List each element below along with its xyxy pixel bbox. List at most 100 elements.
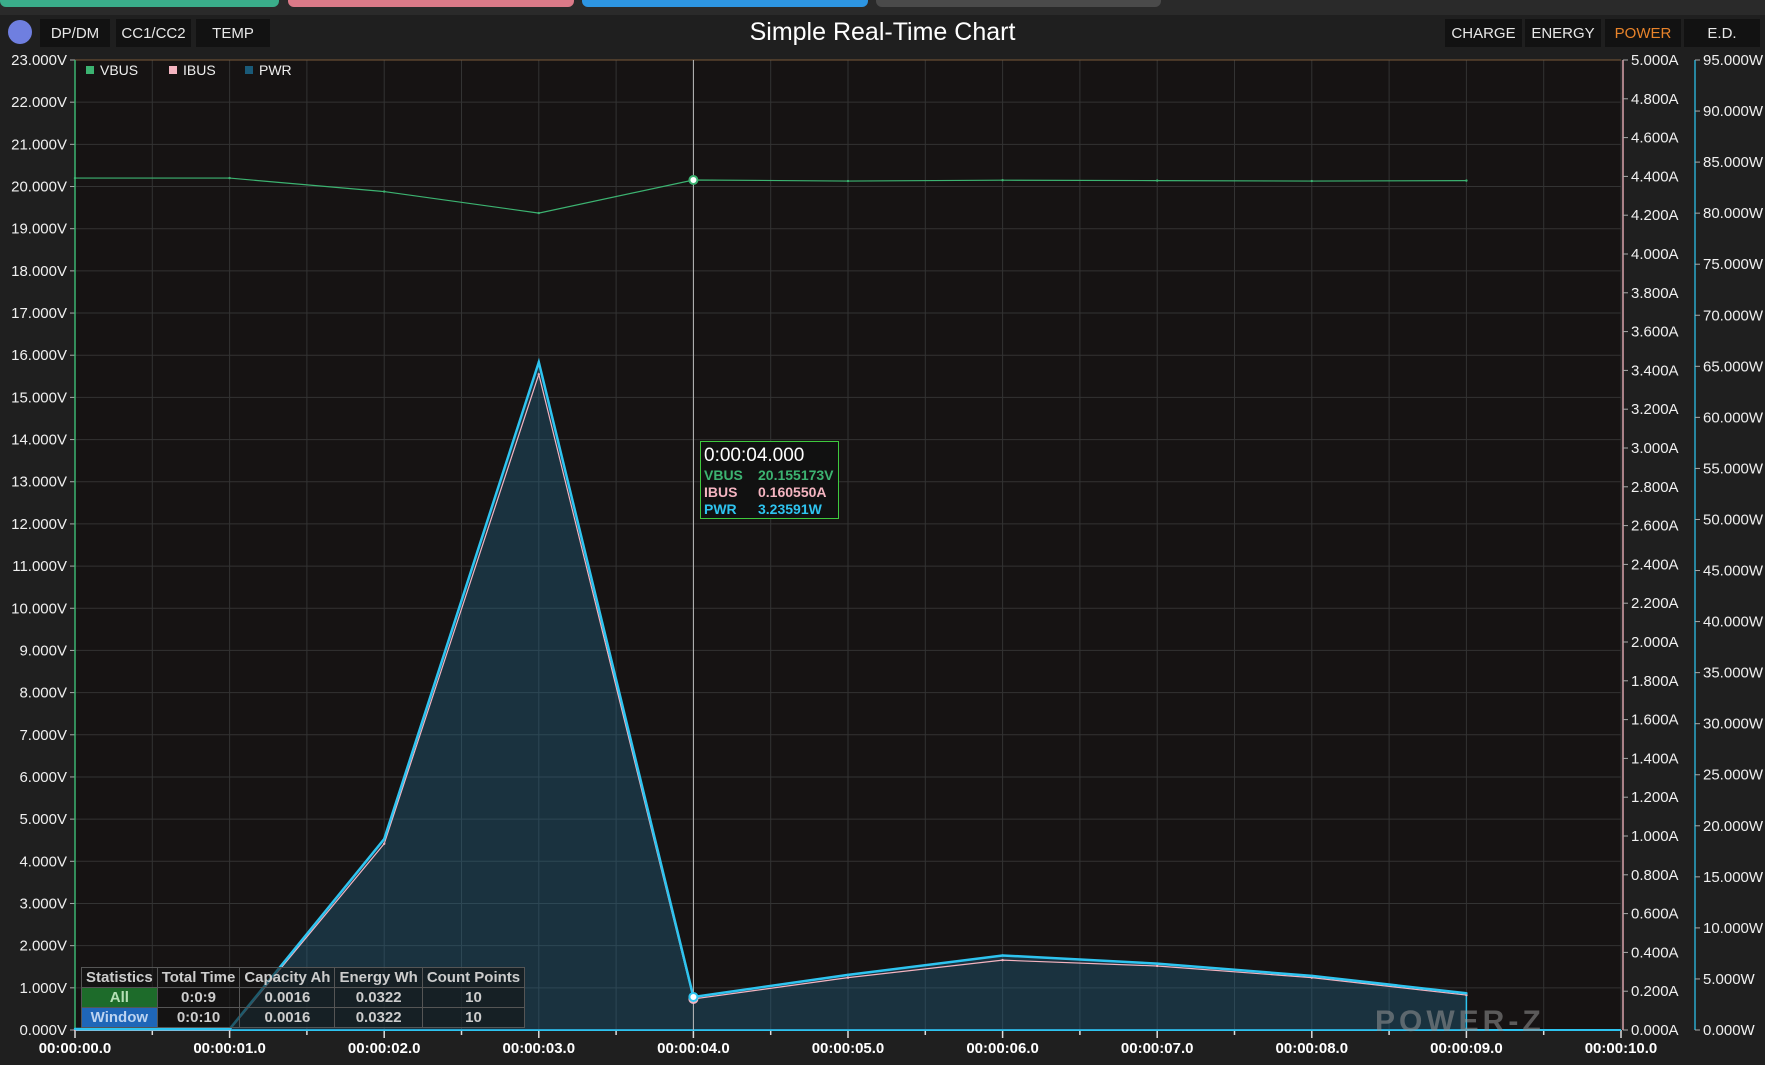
ibus-swatch	[169, 66, 177, 74]
y-left-tick-label: 6.000V	[19, 769, 67, 786]
data-point-vbus	[537, 211, 540, 215]
x-tick-label: 00:00:08.0	[1276, 1040, 1349, 1057]
y-left-tick-label: 1.000V	[19, 980, 67, 997]
cursor-marker-vbus	[688, 174, 699, 185]
stats-cell: 0.0322	[334, 1007, 423, 1028]
y-current-tick-label: 0.000A	[1631, 1022, 1679, 1039]
legend-vbus[interactable]: VBUS	[86, 62, 138, 78]
y-power-tick-label: 90.000W	[1703, 103, 1764, 120]
y-power-tick-label: 45.000W	[1703, 563, 1764, 580]
x-tick-label: 00:00:02.0	[348, 1040, 421, 1057]
stats-row-all: All 0:0:9 0.0016 0.0322 10	[81, 987, 526, 1008]
y-left-tick-label: 2.000V	[19, 938, 67, 955]
stats-cell: 0:0:10	[156, 1007, 241, 1028]
stats-header: Statistics	[81, 967, 158, 988]
y-left-tick-label: 18.000V	[11, 263, 67, 280]
stats-cell: 0.0016	[239, 987, 336, 1008]
legend-label: VBUS	[100, 62, 139, 78]
y-current-tick-label: 3.400A	[1631, 362, 1679, 379]
stats-cell: 10	[421, 1007, 526, 1028]
y-current-tick-label: 5.000A	[1631, 52, 1679, 69]
y-left-tick-label: 23.000V	[11, 52, 67, 69]
y-power-tick-label: 20.000W	[1703, 818, 1764, 835]
y-current-tick-label: 0.200A	[1631, 983, 1679, 1000]
legend-pwr[interactable]: PWR	[245, 62, 292, 78]
x-tick-label: 00:00:05.0	[812, 1040, 885, 1057]
y-current-tick-label: 2.000A	[1631, 634, 1679, 651]
y-current-tick-label: 2.400A	[1631, 556, 1679, 573]
power-z-logo: POWER-Z	[1375, 1005, 1545, 1038]
data-point-pwr	[846, 973, 850, 977]
stats-cell: 10	[421, 987, 526, 1008]
y-current-tick-label: 4.400A	[1631, 168, 1679, 185]
x-tick-label: 00:00:00.0	[39, 1040, 112, 1057]
y-current-tick-label: 3.800A	[1631, 285, 1679, 302]
legend-label: PWR	[259, 62, 292, 78]
stats-cell: All	[81, 987, 158, 1008]
data-point-pwr	[1001, 954, 1004, 957]
y-current-tick-label: 0.400A	[1631, 944, 1679, 961]
data-point-pwr	[73, 1027, 77, 1031]
tooltip-label: PWR	[704, 501, 737, 517]
x-tick-label: 00:00:03.0	[503, 1040, 576, 1057]
tooltip-value: 0.160550A	[758, 484, 827, 500]
y-power-tick-label: 60.000W	[1703, 409, 1764, 426]
tooltip-time: 0:00:04.000	[704, 445, 805, 466]
y-left-tick-label: 20.000V	[11, 179, 67, 196]
y-current-tick-label: 1.200A	[1631, 789, 1679, 806]
y-left-tick-label: 4.000V	[19, 853, 67, 870]
y-current-tick-label: 3.000A	[1631, 440, 1679, 457]
tooltip-row-ibus: IBUS 0.160550A	[704, 484, 838, 501]
x-tick-label: 00:00:09.0	[1430, 1040, 1503, 1057]
y-current-tick-label: 3.600A	[1631, 324, 1679, 341]
data-point-pwr	[1465, 992, 1468, 995]
data-point-ibus	[846, 976, 850, 979]
vbus-swatch	[86, 66, 94, 74]
stats-cell: 0:0:9	[156, 987, 241, 1008]
data-point-vbus	[1001, 178, 1004, 182]
data-point-vbus	[1310, 179, 1314, 183]
y-current-tick-label: 3.200A	[1631, 401, 1679, 418]
data-point-ibus	[1156, 964, 1159, 968]
data-point-vbus	[73, 176, 77, 180]
x-tick-label: 00:00:01.0	[193, 1040, 266, 1057]
data-point-ibus	[1001, 958, 1004, 962]
cursor-tooltip: 0:00:04.000 VBUS 20.155173V IBUS 0.160550A…	[700, 441, 839, 519]
data-point-vbus	[383, 190, 386, 193]
data-point-vbus	[1156, 179, 1159, 182]
y-power-tick-label: 0.000W	[1703, 1022, 1756, 1039]
y-power-tick-label: 95.000W	[1703, 52, 1764, 69]
y-power-tick-label: 25.000W	[1703, 767, 1764, 784]
tooltip-row-vbus: VBUS 20.155173V	[704, 467, 838, 484]
y-power-tick-label: 40.000W	[1703, 614, 1764, 631]
y-current-tick-label: 1.600A	[1631, 712, 1679, 729]
y-current-tick-label: 2.200A	[1631, 595, 1679, 612]
y-left-tick-label: 11.000V	[12, 558, 67, 575]
y-left-tick-label: 5.000V	[19, 811, 67, 828]
y-current-tick-label: 2.600A	[1631, 518, 1679, 535]
stats-header-row: Statistics Total Time Capacity Ah Energy…	[81, 967, 526, 988]
y-left-tick-label: 19.000V	[11, 221, 67, 238]
data-point-pwr	[228, 1027, 231, 1031]
x-tick-label: 00:00:10.0	[1585, 1040, 1658, 1057]
y-left-tick-label: 12.000V	[11, 516, 67, 533]
pwr-swatch	[245, 66, 253, 74]
y-left-tick-label: 17.000V	[11, 305, 67, 322]
y-left-tick-label: 8.000V	[19, 685, 67, 702]
legend-label: IBUS	[183, 62, 216, 78]
data-point-vbus	[846, 179, 850, 183]
stats-cell: Window	[81, 1007, 158, 1028]
y-current-tick-label: 2.800A	[1631, 479, 1679, 496]
y-power-tick-label: 30.000W	[1703, 716, 1764, 733]
legend-ibus[interactable]: IBUS	[169, 62, 216, 78]
y-current-tick-label: 4.600A	[1631, 130, 1679, 147]
stats-cell: 0.0016	[239, 1007, 336, 1028]
y-power-tick-label: 80.000W	[1703, 205, 1764, 222]
statistics-table: Statistics Total Time Capacity Ah Energy…	[81, 967, 526, 1028]
chart-area[interactable]: 0.000V 1.000V 2.000V 3.000V 4.000V 5.000V 6.00…	[0, 0, 1765, 1065]
y-left-tick-label: 0.000V	[19, 1022, 67, 1039]
y-left-tick-label: 14.000V	[11, 432, 67, 449]
data-point-ibus	[537, 373, 540, 376]
data-point-pwr	[537, 361, 540, 364]
y-current-tick-label: 1.400A	[1631, 750, 1679, 767]
